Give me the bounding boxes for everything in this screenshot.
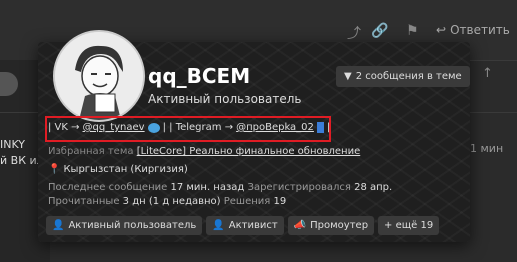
social-links: | VK → @qq_tynaev | | Telegram → @проBep… (48, 122, 331, 133)
user-title: Активный пользователь (148, 92, 302, 106)
link-icon[interactable]: 🔗 (371, 23, 388, 39)
user-plus-icon: 👤 (212, 220, 225, 231)
more-badges-button[interactable]: + ещё 19 (378, 216, 440, 235)
telegram-icon (316, 122, 324, 133)
user-icon: 👤 (52, 220, 65, 231)
filter-icon: ▼ (344, 71, 352, 82)
messages-in-topic-button[interactable]: ▼ 2 сообщения в теме (336, 66, 470, 87)
megaphone-icon: 📣 (293, 220, 307, 231)
post-author[interactable]: INKY (0, 138, 25, 151)
avatar[interactable] (53, 30, 145, 122)
badge-promoter[interactable]: 📣 Промоутер (287, 216, 375, 235)
chat-bubble-icon (147, 122, 160, 133)
reading-row: Прочитанные 3 дн (1 д недавно) Решения 1… (48, 196, 287, 207)
favorite-theme: Избранная тема [LiteCore] Реально финаль… (48, 146, 361, 157)
favorite-theme-link[interactable]: [LiteCore] Реально финальное обновление (137, 146, 361, 157)
badges-row: 👤 Активный пользователь 👤 Активист 📣 Про… (46, 216, 440, 235)
reply-button[interactable]: ↩ Ответить (436, 23, 510, 37)
bookmark-icon[interactable]: ⚑ (406, 23, 419, 39)
avatar-image (55, 32, 143, 120)
vk-link[interactable]: @qq_tynaev (83, 122, 145, 133)
badge-activist[interactable]: 👤 Активист (206, 216, 284, 235)
map-pin-icon: 📍 (48, 164, 61, 175)
post-time: 1 мин (470, 142, 504, 155)
profile-card: qq_BCEM Активный пользователь ▼ 2 сообще… (38, 30, 470, 242)
telegram-link[interactable]: @проBepka_02 (236, 122, 314, 133)
username[interactable]: qq_BCEM (148, 64, 250, 88)
scroll-up-icon[interactable]: ↑ (482, 66, 493, 81)
location: 📍 Кыргызстан (Киргизия) (48, 164, 188, 175)
last-message-row: Последнее сообщение 17 мин. назад Зареги… (48, 182, 393, 193)
reply-icon: ↩ (436, 23, 447, 37)
badge-active-user[interactable]: 👤 Активный пользователь (46, 216, 203, 235)
share-icon[interactable]: ⤴ (347, 23, 361, 43)
